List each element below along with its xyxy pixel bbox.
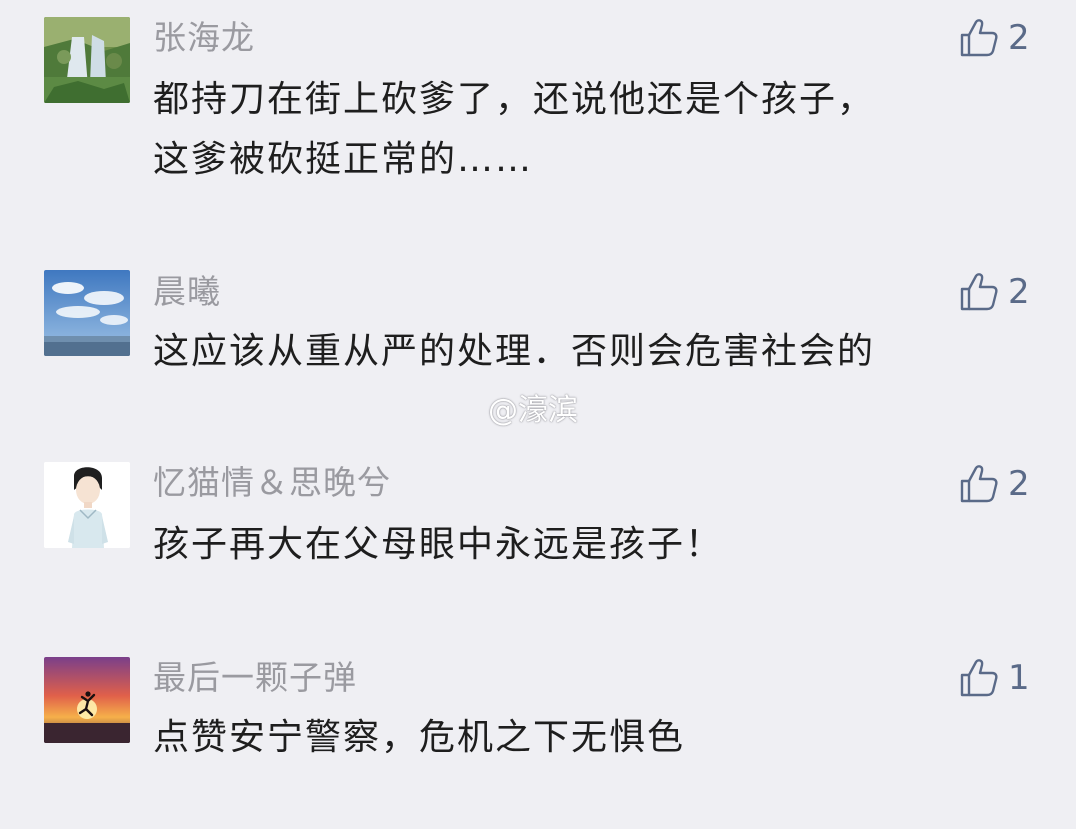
like-count: 2 [1008, 272, 1030, 312]
comment-text-line: 都持刀在街上砍爹了，还说他还是个孩子， [153, 79, 876, 120]
comment-text: 点赞安宁警察，危机之下无惧色 [153, 708, 1013, 768]
sky-clouds-avatar-icon [44, 270, 130, 356]
comment-text-line: 点赞安宁警察，危机之下无惧色 [153, 717, 686, 758]
thumbs-up-icon [960, 465, 998, 503]
like-button[interactable]: 2 [958, 462, 1030, 506]
cartoon-boy-avatar-icon [44, 462, 130, 548]
username[interactable]: 最后一颗子弹 [153, 658, 357, 698]
avatar[interactable] [44, 462, 130, 548]
username[interactable]: 张海龙 [153, 18, 255, 58]
watermark: @濠滨 [488, 393, 578, 428]
comment-text: 都持刀在街上砍爹了，还说他还是个孩子， 这爹被砍挺正常的…… [153, 70, 1013, 190]
comment-text-line: 这应该从重从严的处理．否则会危害社会的 [153, 331, 876, 372]
comment-text: 孩子再大在父母眼中永远是孩子！ [153, 515, 1013, 575]
avatar[interactable] [44, 17, 130, 103]
comment-list: 张海龙 都持刀在街上砍爹了，还说他还是个孩子， 这爹被砍挺正常的…… 2 晨曦 … [0, 0, 1076, 829]
thumbs-up-icon [960, 659, 998, 697]
like-count: 2 [1008, 18, 1030, 58]
avatar[interactable] [44, 270, 130, 356]
avatar[interactable] [44, 657, 130, 743]
comment-text: 这应该从重从严的处理．否则会危害社会的 [153, 322, 1013, 382]
like-count: 1 [1008, 658, 1030, 698]
like-button[interactable]: 2 [958, 270, 1030, 314]
thumbs-up-icon [960, 273, 998, 311]
like-button[interactable]: 2 [958, 16, 1030, 60]
username[interactable]: 忆猫情＆思晚兮 [153, 463, 391, 503]
like-button[interactable]: 1 [958, 656, 1030, 700]
username[interactable]: 晨曦 [153, 272, 221, 312]
comment-text-line: 孩子再大在父母眼中永远是孩子！ [153, 524, 724, 565]
thumbs-up-icon [960, 19, 998, 57]
sunset-jump-avatar-icon [44, 657, 130, 743]
like-count: 2 [1008, 464, 1030, 504]
waterfall-landscape-avatar-icon [44, 17, 130, 103]
comment-text-line: 这爹被砍挺正常的…… [153, 139, 534, 180]
